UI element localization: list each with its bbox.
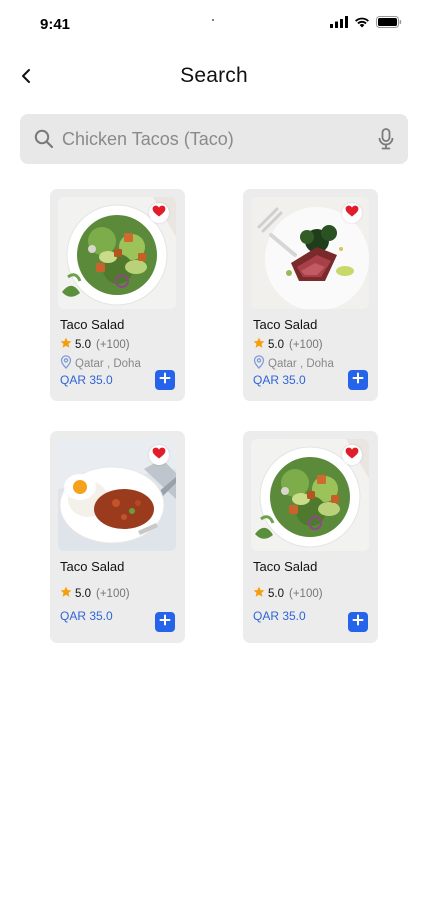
price: QAR 35.0 — [60, 609, 113, 623]
heart-icon — [152, 446, 166, 464]
favorite-button[interactable] — [149, 445, 169, 465]
plus-icon — [159, 371, 171, 389]
heart-icon — [345, 446, 359, 464]
search-bar — [20, 114, 408, 164]
wifi-icon — [354, 16, 370, 28]
star-icon — [60, 586, 72, 601]
product-card[interactable]: Taco Salad 5.0 (+100) Qatar , Doha QAR 3… — [243, 189, 378, 401]
review-count: (+100) — [96, 338, 130, 351]
page-title: Search — [180, 64, 248, 87]
rating: 5.0 (+100) — [253, 337, 323, 352]
rating-score: 5.0 — [268, 338, 284, 351]
price: QAR 35.0 — [253, 373, 306, 387]
favorite-button[interactable] — [149, 203, 169, 223]
location-text: Qatar , Doha — [268, 357, 334, 370]
rating-score: 5.0 — [268, 587, 284, 600]
header: Search — [0, 60, 428, 96]
location-text: Qatar , Doha — [75, 357, 141, 370]
plus-icon — [352, 371, 364, 389]
review-count: (+100) — [289, 338, 323, 351]
price: QAR 35.0 — [60, 373, 113, 387]
location: Qatar , Doha — [60, 355, 141, 372]
camera-dot — [212, 19, 214, 21]
add-to-cart-button[interactable] — [155, 612, 175, 632]
add-to-cart-button[interactable] — [348, 370, 368, 390]
star-icon — [253, 337, 265, 352]
product-card[interactable]: Taco Salad 5.0 (+100) QAR 35.0 — [50, 431, 185, 643]
battery-icon — [376, 16, 402, 28]
product-card[interactable]: Taco Salad 5.0 (+100) Qatar , Doha QAR 3… — [50, 189, 185, 401]
rating: 5.0 (+100) — [60, 337, 130, 352]
heart-icon — [345, 204, 359, 222]
price: QAR 35.0 — [253, 609, 306, 623]
search-input[interactable] — [62, 114, 362, 164]
rating-score: 5.0 — [75, 338, 91, 351]
search-icon — [34, 129, 54, 154]
review-count: (+100) — [289, 587, 323, 600]
status-time: 9:41 — [40, 16, 71, 33]
rating: 5.0 (+100) — [253, 586, 323, 601]
rating: 5.0 (+100) — [60, 586, 130, 601]
favorite-button[interactable] — [342, 445, 362, 465]
product-name: Taco Salad — [60, 559, 125, 574]
location-pin-icon — [60, 355, 72, 372]
product-name: Taco Salad — [60, 317, 125, 332]
favorite-button[interactable] — [342, 203, 362, 223]
review-count: (+100) — [96, 587, 130, 600]
microphone-icon[interactable] — [378, 128, 394, 155]
product-name: Taco Salad — [253, 317, 318, 332]
location: Qatar , Doha — [253, 355, 334, 372]
star-icon — [60, 337, 72, 352]
cellular-signal-icon — [330, 16, 348, 28]
heart-icon — [152, 204, 166, 222]
plus-icon — [159, 613, 171, 631]
add-to-cart-button[interactable] — [348, 612, 368, 632]
plus-icon — [352, 613, 364, 631]
star-icon — [253, 586, 265, 601]
add-to-cart-button[interactable] — [155, 370, 175, 390]
status-bar: 9:41 — [0, 0, 428, 48]
product-card[interactable]: Taco Salad 5.0 (+100) QAR 35.0 — [243, 431, 378, 643]
location-pin-icon — [253, 355, 265, 372]
product-name: Taco Salad — [253, 559, 318, 574]
rating-score: 5.0 — [75, 587, 91, 600]
status-icons — [330, 16, 402, 28]
